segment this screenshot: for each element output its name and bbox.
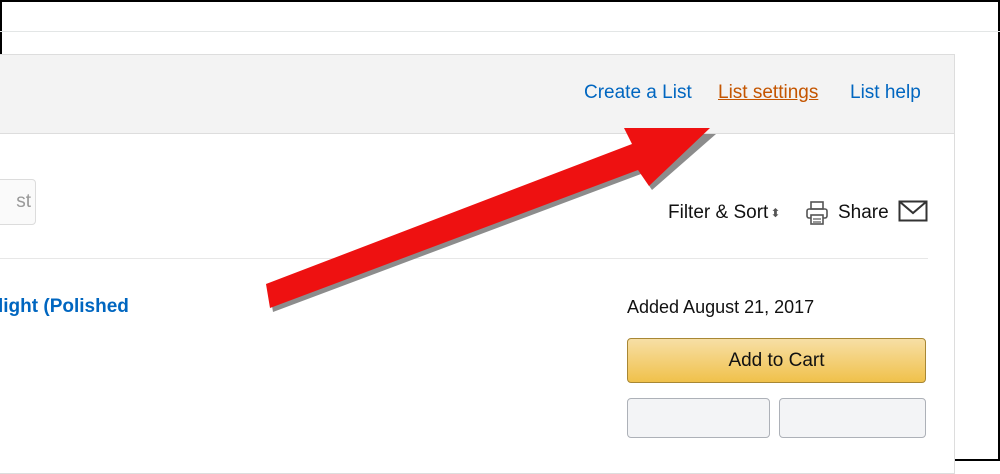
envelope-icon[interactable] xyxy=(898,200,928,222)
search-placeholder-fragment: st xyxy=(16,191,31,212)
secondary-button-left[interactable] xyxy=(627,398,770,438)
top-divider xyxy=(0,31,1000,32)
print-icon[interactable] xyxy=(805,200,829,226)
share-label: Share xyxy=(838,202,889,223)
share-link[interactable]: Share xyxy=(838,200,889,226)
create-a-list-link[interactable]: Create a List xyxy=(584,81,692,105)
list-header-bar: Create a List List settings List help xyxy=(0,55,954,134)
filter-sort-button[interactable]: Filter & Sort ⬍ xyxy=(668,200,780,226)
added-date: Added August 21, 2017 xyxy=(627,297,815,317)
search-list-input[interactable]: st xyxy=(0,179,36,225)
item-title-link[interactable]: light (Polished xyxy=(0,296,129,318)
filter-sort-label: Filter & Sort xyxy=(668,202,769,223)
list-settings-link[interactable]: List settings xyxy=(718,81,818,105)
sort-caret-icon: ⬍ xyxy=(770,206,781,220)
content-divider xyxy=(0,258,928,259)
add-to-cart-button[interactable]: Add to Cart xyxy=(627,338,926,383)
secondary-button-right[interactable] xyxy=(779,398,926,438)
list-help-link[interactable]: List help xyxy=(850,81,921,105)
